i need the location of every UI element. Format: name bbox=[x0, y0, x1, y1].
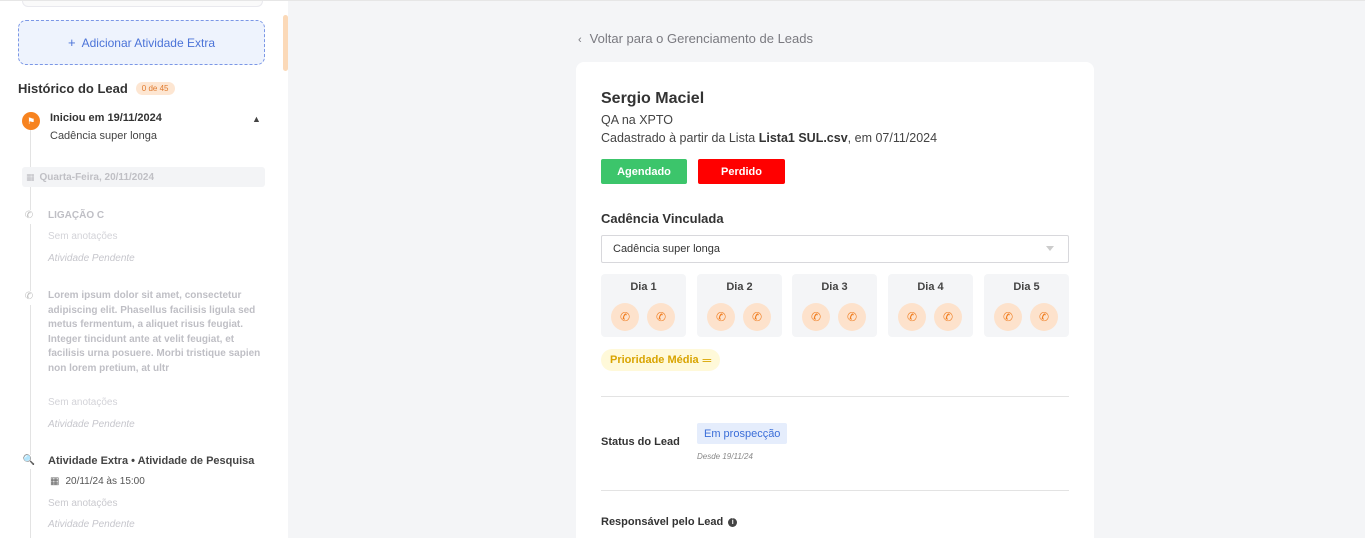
timeline-start-title: Iniciou em 19/11/2024 bbox=[50, 112, 162, 124]
history-title: Histórico do Lead bbox=[18, 81, 128, 96]
timeline-item-title[interactable]: LIGAÇÃO C bbox=[48, 210, 104, 221]
day-label: Dia 5 bbox=[1013, 281, 1040, 293]
phone-icon[interactable]: ✆ bbox=[802, 303, 830, 331]
phone-icon[interactable]: ✆ bbox=[934, 303, 962, 331]
cadence-day-3: Dia 3 ✆ ✆ bbox=[792, 274, 877, 337]
timeline-item-status: Atividade Pendente bbox=[48, 519, 135, 530]
cadence-select[interactable]: Cadência super longa bbox=[601, 235, 1069, 263]
phone-icon[interactable]: ✆ bbox=[898, 303, 926, 331]
timeline-date-chip: ▦ Quarta-Feira, 20/11/2024 bbox=[22, 167, 265, 187]
lead-detail-card: Sergio Maciel QA na XPTO Cadastrado à pa… bbox=[576, 62, 1094, 538]
info-icon[interactable]: i bbox=[728, 517, 738, 527]
chevron-left-icon: ‹ bbox=[578, 34, 582, 46]
lead-name: Sergio Maciel bbox=[601, 90, 705, 107]
back-link-label: Voltar para o Gerenciamento de Leads bbox=[589, 31, 813, 46]
divider bbox=[601, 396, 1069, 397]
previous-card-edge bbox=[22, 1, 263, 7]
chevron-down-icon bbox=[1046, 246, 1054, 251]
cadence-day-5: Dia 5 ✆ ✆ bbox=[984, 274, 1069, 337]
timeline-item-notes: Sem anotações bbox=[48, 231, 118, 242]
calendar-icon: ▦ bbox=[26, 171, 35, 182]
lead-status-label: Status do Lead bbox=[601, 436, 680, 448]
cadence-selected-value: Cadência super longa bbox=[613, 243, 721, 255]
phone-icon: ✆ bbox=[22, 291, 36, 305]
equals-icon: ═ bbox=[702, 353, 712, 367]
timeline-item-notes: Sem anotações bbox=[48, 397, 118, 408]
cadence-day-1: Dia 1 ✆ ✆ bbox=[601, 274, 686, 337]
timeline-item-title[interactable]: Atividade Extra • Atividade de Pesquisa bbox=[48, 455, 254, 467]
phone-icon[interactable]: ✆ bbox=[647, 303, 675, 331]
flag-icon: ⚑ bbox=[22, 112, 40, 130]
day-label: Dia 2 bbox=[726, 281, 753, 293]
calendar-icon: ▦ bbox=[50, 476, 60, 487]
timeline-date-label: Quarta-Feira, 20/11/2024 bbox=[39, 171, 155, 183]
cadence-title: Cadência Vinculada bbox=[601, 211, 724, 226]
cadence-day-4: Dia 4 ✆ ✆ bbox=[888, 274, 973, 337]
priority-label: Prioridade Média bbox=[610, 354, 699, 366]
lead-status-badge[interactable]: Em prospecção bbox=[697, 423, 788, 444]
lead-source-suffix: , em 07/11/2024 bbox=[847, 131, 938, 145]
timeline-item-title[interactable]: Lorem ipsum dolor sit amet, consectetur … bbox=[48, 289, 268, 376]
lead-source: Cadastrado à partir da Lista Lista1 SUL.… bbox=[601, 131, 937, 145]
add-extra-activity-button[interactable]: + Adicionar Atividade Extra bbox=[18, 20, 265, 65]
timeline-item-notes: Sem anotações bbox=[48, 498, 118, 509]
timeline-start-cadence: Cadência super longa bbox=[50, 130, 158, 142]
day-label: Dia 4 bbox=[917, 281, 944, 293]
phone-icon[interactable]: ✆ bbox=[994, 303, 1022, 331]
day-label: Dia 3 bbox=[821, 281, 848, 293]
phone-icon[interactable]: ✆ bbox=[611, 303, 639, 331]
phone-icon[interactable]: ✆ bbox=[743, 303, 771, 331]
back-to-leads-link[interactable]: ‹ Voltar para o Gerenciamento de Leads bbox=[578, 31, 813, 46]
lead-source-list: Lista1 SUL.csv bbox=[758, 131, 848, 145]
history-count-badge: 0 de 45 bbox=[135, 82, 175, 95]
phone-icon[interactable]: ✆ bbox=[838, 303, 866, 331]
lead-source-prefix: Cadastrado à partir da Lista bbox=[601, 131, 759, 145]
responsible-header: Responsável pelo Lead i bbox=[601, 516, 738, 528]
timeline-item-status: Atividade Pendente bbox=[48, 419, 135, 430]
sidebar-scrollbar[interactable] bbox=[283, 15, 288, 71]
divider bbox=[601, 490, 1069, 491]
phone-icon: ✆ bbox=[22, 210, 36, 224]
day-label: Dia 1 bbox=[630, 281, 657, 293]
lead-role: QA na XPTO bbox=[601, 113, 674, 127]
sidebar: + Adicionar Atividade Extra Histórico do… bbox=[0, 1, 288, 538]
priority-badge: Prioridade Média ═ bbox=[601, 349, 721, 371]
agendado-button[interactable]: Agendado bbox=[601, 159, 687, 184]
timeline-item-status: Atividade Pendente bbox=[48, 253, 135, 264]
timeline-line bbox=[30, 129, 31, 538]
timeline-item-date: ▦ 20/11/24 às 15:00 bbox=[50, 476, 145, 487]
history-header: Histórico do Lead 0 de 45 bbox=[18, 81, 175, 96]
search-plus-icon: 🔍 bbox=[22, 455, 36, 469]
plus-icon: + bbox=[68, 35, 76, 50]
lead-status-since: Desde 19/11/24 bbox=[697, 452, 753, 461]
add-extra-activity-label: Adicionar Atividade Extra bbox=[81, 35, 215, 50]
phone-icon[interactable]: ✆ bbox=[1030, 303, 1058, 331]
chevron-up-icon[interactable]: ▲ bbox=[252, 114, 261, 124]
responsible-label: Responsável pelo Lead bbox=[601, 516, 724, 528]
timeline-item-date-label: 20/11/24 às 15:00 bbox=[65, 476, 145, 487]
phone-icon[interactable]: ✆ bbox=[707, 303, 735, 331]
perdido-button[interactable]: Perdido bbox=[698, 159, 785, 184]
cadence-day-2: Dia 2 ✆ ✆ bbox=[697, 274, 782, 337]
